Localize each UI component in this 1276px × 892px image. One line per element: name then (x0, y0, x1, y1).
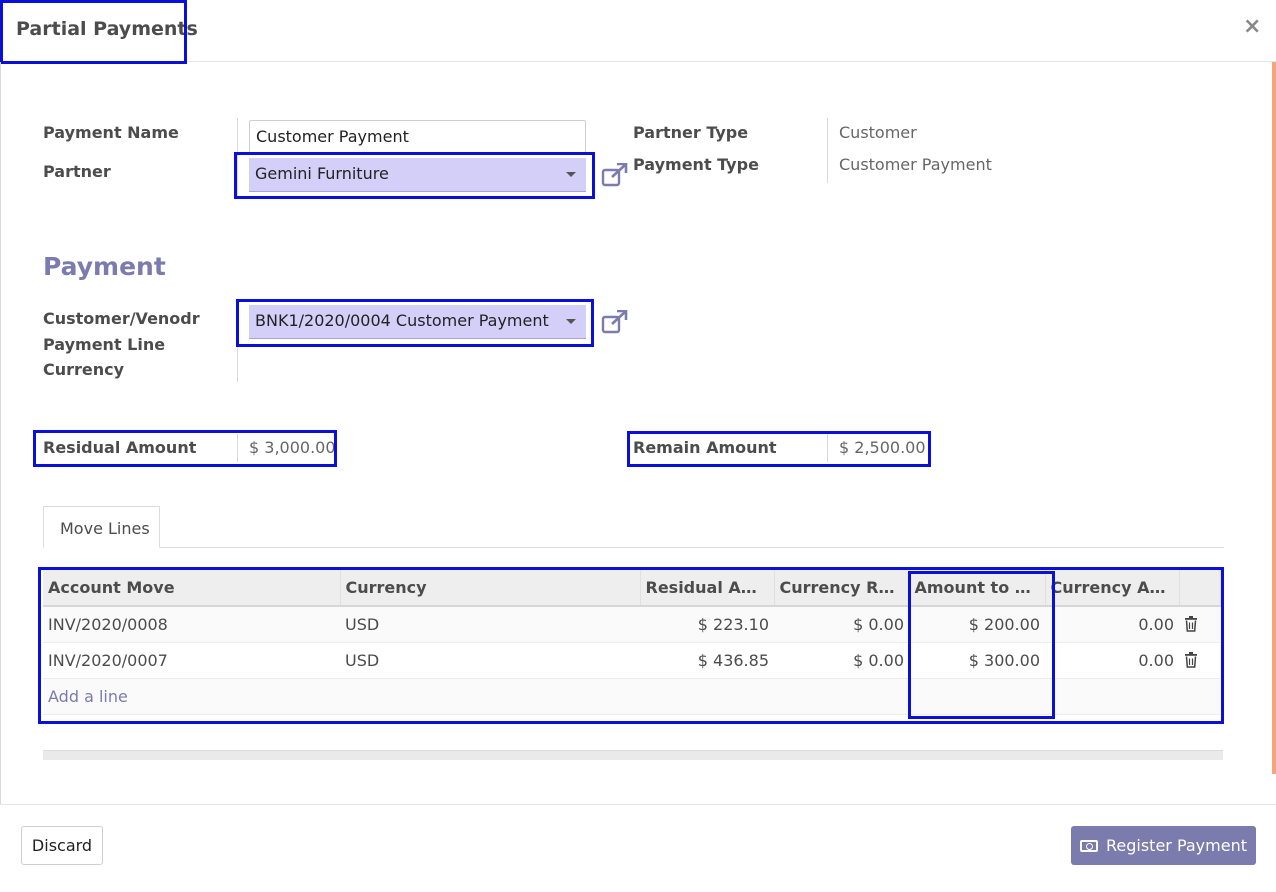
money-icon (1079, 840, 1098, 852)
register-payment-button[interactable]: Register Payment (1071, 826, 1256, 865)
scroll-accent[interactable] (1272, 62, 1276, 774)
residual-highlight (33, 430, 337, 467)
partner-label: Partner (43, 162, 111, 181)
partner-highlight (234, 152, 595, 199)
remain-highlight (627, 431, 931, 467)
payment-line-highlight (236, 299, 594, 347)
payment-type-value: Customer Payment (839, 155, 992, 174)
payment-type-label: Payment Type (633, 155, 759, 174)
payment-line-label-2: Payment Line (43, 335, 166, 354)
title-highlight (0, 0, 187, 64)
payment-line-label-1: Customer/Venodr (43, 309, 200, 328)
tab-move-lines[interactable]: Move Lines (43, 506, 160, 548)
register-payment-label: Register Payment (1105, 836, 1247, 855)
partner-type-value: Customer (839, 123, 917, 142)
discard-button[interactable]: Discard (21, 826, 103, 865)
currency-label: Currency (43, 360, 125, 379)
right-form-divider (827, 118, 828, 183)
external-link-icon[interactable] (601, 163, 628, 188)
close-icon[interactable]: × (1243, 14, 1261, 39)
table-horizontal-scrollbar[interactable] (43, 750, 1223, 760)
payment-section-title: Payment (43, 252, 166, 281)
left-rule (0, 62, 1, 804)
payment-name-label: Payment Name (43, 123, 179, 142)
external-link-icon[interactable] (601, 310, 628, 335)
tab-underline (43, 547, 1224, 548)
partner-type-label: Partner Type (633, 123, 749, 142)
payment-name-input[interactable]: Customer Payment (249, 120, 586, 153)
amount-to-pay-highlight (908, 571, 1055, 719)
